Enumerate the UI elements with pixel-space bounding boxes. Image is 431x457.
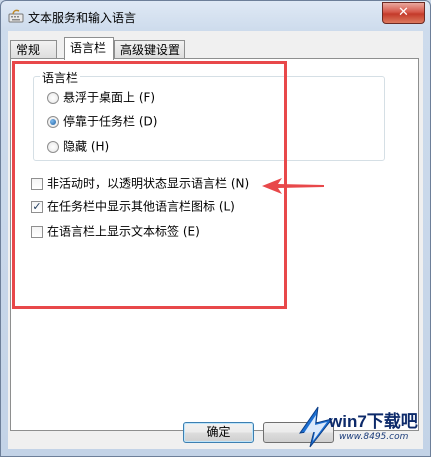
ok-button[interactable]: 确定 [183,422,254,443]
tab-general[interactable]: 常规 [10,40,57,59]
watermark-url: www.8495.com [339,432,409,442]
window-title: 文本服务和输入语言 [28,11,137,25]
title-bar[interactable]: 文本服务和输入语言 ✕ [1,1,430,31]
annotation-arrow-icon [262,178,324,194]
tab-strip: 常规 语言栏 高级键设置 [8,37,423,60]
tab-advanced-key-settings[interactable]: 高级键设置 [114,40,185,59]
watermark-logo: win7下载吧 www.8495.com [298,403,431,457]
tab-language-bar[interactable]: 语言栏 [64,37,114,60]
annotation-highlight-box [12,61,287,309]
keyboard-app-icon [8,8,24,24]
close-button[interactable]: ✕ [382,2,425,24]
watermark-brand: win7下载吧 [329,412,418,431]
